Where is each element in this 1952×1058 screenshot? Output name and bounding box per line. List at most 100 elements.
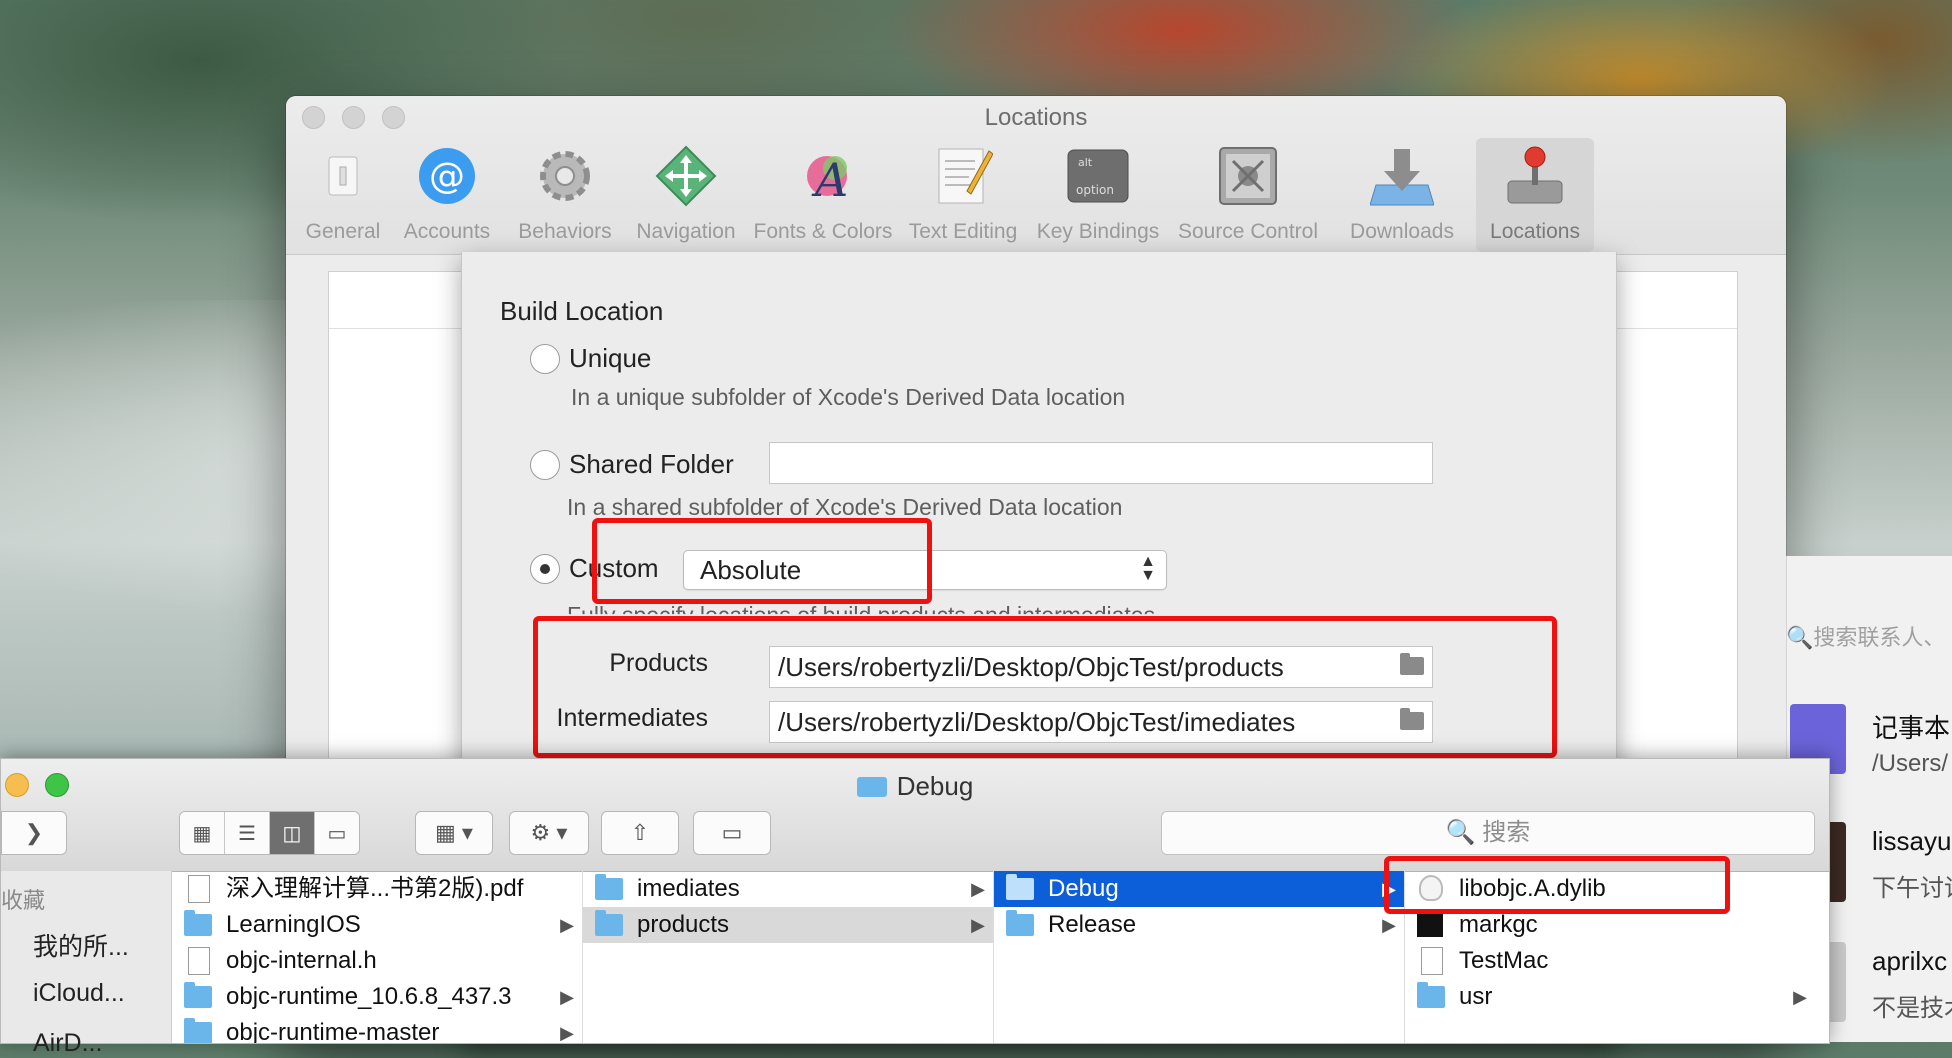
- tab-accounts[interactable]: @ Accounts: [388, 138, 506, 252]
- forward-button[interactable]: ❯: [1, 811, 67, 855]
- chevron-right-icon: ▶: [1793, 987, 1807, 1007]
- tab-locations[interactable]: Locations: [1476, 138, 1594, 252]
- tab-downloads-label: Downloads: [1350, 220, 1454, 243]
- preferences-titlebar: Locations General @ Accounts Behaviors N…: [286, 96, 1786, 255]
- tab-source-control-label: Source Control: [1177, 220, 1319, 243]
- list-item[interactable]: LearningIOS ▶: [172, 907, 582, 943]
- item-name: products: [637, 911, 730, 938]
- item-name: usr: [1459, 983, 1493, 1010]
- share-button[interactable]: ⇧: [601, 811, 679, 855]
- gear-icon: [533, 144, 597, 208]
- preferences-toolbar: General @ Accounts Behaviors Navigation: [298, 138, 1594, 252]
- folder-icon: [595, 874, 623, 900]
- sidebar-item-airdrop[interactable]: AirD...: [1, 1029, 102, 1058]
- folder-icon: [1006, 874, 1034, 900]
- sidebar-item-label: 我的所...: [33, 933, 129, 961]
- view-mode-segmented-control: ▦ ☰ ◫ ▭: [179, 811, 360, 855]
- tab-key-bindings[interactable]: alt option Key Bindings: [1028, 138, 1168, 252]
- tab-accounts-label: Accounts: [403, 220, 491, 243]
- tag-icon: ▭: [721, 820, 743, 845]
- executable-icon: [1417, 913, 1443, 937]
- chat-item-name: lissayu: [1872, 826, 1952, 856]
- gallery-view-button[interactable]: ▭: [315, 812, 359, 854]
- chat-item-name: 记事本: [1872, 713, 1951, 743]
- item-name: Debug: [1048, 875, 1119, 902]
- folder-icon: [1006, 910, 1034, 936]
- tab-navigation[interactable]: Navigation: [624, 138, 748, 252]
- list-item[interactable]: objc-internal.h: [172, 943, 582, 979]
- edit-tags-button[interactable]: ▭: [693, 811, 771, 855]
- unique-description: In a unique subfolder of Xcode's Derived…: [571, 384, 1126, 410]
- sidebar-item-all-files[interactable]: 我的所...: [1, 927, 129, 963]
- sidebar-item-icloud[interactable]: iCloud...: [1, 979, 125, 1008]
- list-item[interactable]: objc-runtime_10.6.8_437.3 ▶: [172, 979, 582, 1015]
- navigation-arrows-icon: [654, 144, 718, 208]
- chat-search-input[interactable]: 🔍搜索联系人、: [1786, 620, 1945, 652]
- folder-icon: [184, 982, 212, 1008]
- tab-general[interactable]: General: [298, 138, 388, 252]
- icon-view-button[interactable]: ▦: [180, 812, 225, 854]
- svg-text:A: A: [811, 153, 848, 206]
- list-item[interactable]: products ▶: [583, 907, 993, 943]
- shared-folder-description: In a shared subfolder of Xcode's Derived…: [567, 494, 1123, 520]
- popup-chevrons-icon: ▲ ▼: [1140, 553, 1156, 584]
- at-sign-icon: @: [415, 144, 479, 208]
- source-control-icon: [1216, 144, 1280, 208]
- key-bindings-icon: alt option: [1066, 144, 1130, 208]
- finder-title: Debug: [1, 771, 1829, 802]
- gallery-icon: ▭: [327, 822, 347, 845]
- folder-icon: [184, 1018, 212, 1043]
- tab-navigation-label: Navigation: [636, 220, 736, 243]
- folder-icon: [1417, 982, 1445, 1008]
- chevron-right-icon: ▶: [560, 915, 574, 935]
- tab-source-control[interactable]: Source Control: [1168, 138, 1328, 252]
- tab-behaviors[interactable]: Behaviors: [506, 138, 624, 252]
- list-item[interactable]: objc-runtime-master ▶: [172, 1015, 582, 1043]
- chat-item-preview: 不是技术: [1872, 995, 1952, 1022]
- tab-text-editing[interactable]: Text Editing: [898, 138, 1028, 252]
- finder-column-2: imediates ▶ products ▶: [583, 871, 994, 1043]
- shared-folder-field[interactable]: [769, 442, 1433, 484]
- custom-radio[interactable]: [530, 554, 560, 584]
- action-menu-button[interactable]: ⚙ ▾: [509, 811, 589, 855]
- item-name: imediates: [637, 875, 740, 902]
- tab-behaviors-label: Behaviors: [518, 220, 612, 243]
- list-item[interactable]: Release ▶: [994, 907, 1404, 943]
- folder-icon: [595, 910, 623, 936]
- list-icon: ☰: [238, 822, 256, 845]
- pdf-file-icon: [188, 875, 210, 903]
- item-name: objc-internal.h: [226, 947, 377, 974]
- item-name: 深入理解计算...书第2版).pdf: [226, 875, 524, 902]
- item-name: LearningIOS: [226, 911, 361, 938]
- annotation-highlight-dylib: [1384, 856, 1730, 914]
- shared-folder-radio[interactable]: [530, 450, 560, 480]
- list-item[interactable]: Debug ▶: [994, 871, 1404, 907]
- list-item[interactable]: imediates ▶: [583, 871, 993, 907]
- tab-fonts-colors[interactable]: A Fonts & Colors: [748, 138, 898, 252]
- column-view-button[interactable]: ◫: [270, 812, 315, 854]
- columns-icon: ◫: [282, 822, 302, 845]
- list-item[interactable]: 深入理解计算...书第2版).pdf: [172, 871, 582, 907]
- arrange-menu-button[interactable]: ▦ ▾: [415, 811, 493, 855]
- svg-text:option: option: [1076, 183, 1114, 197]
- list-item[interactable]: usr ▶: [1405, 979, 1815, 1015]
- unique-radio[interactable]: [530, 344, 560, 374]
- list-item[interactable]: TestMac: [1405, 943, 1815, 979]
- list-view-button[interactable]: ☰: [225, 812, 270, 854]
- unique-label: Unique: [569, 343, 652, 373]
- item-name: objc-runtime-master: [226, 1019, 440, 1043]
- sidebar-item-label: iCloud...: [33, 979, 125, 1007]
- finder-search-placeholder: 搜索: [1482, 819, 1531, 846]
- grid-icon: ▦: [192, 822, 212, 845]
- finder-search-field[interactable]: 🔍 搜索: [1161, 811, 1815, 855]
- fonts-colors-icon: A: [791, 144, 855, 208]
- tab-key-bindings-label: Key Bindings: [1036, 220, 1160, 243]
- share-icon: ⇧: [630, 820, 650, 845]
- svg-text:@: @: [429, 156, 465, 197]
- arrange-icon: ▦ ▾: [435, 820, 473, 845]
- text-editing-icon: [931, 144, 995, 208]
- sidebar-item-label: AirD...: [33, 1029, 103, 1057]
- chat-item-name: aprilxc: [1872, 946, 1948, 976]
- annotation-highlight-paths: [533, 616, 1557, 758]
- tab-downloads[interactable]: Downloads: [1328, 138, 1476, 252]
